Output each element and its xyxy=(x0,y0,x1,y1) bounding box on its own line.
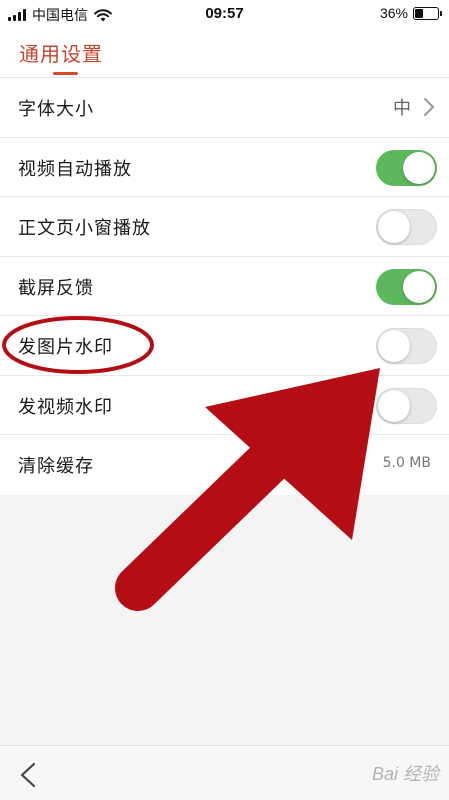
font-size-value: 中 xyxy=(393,98,411,119)
battery-percent: 36% xyxy=(379,5,408,21)
row-screenshot-feedback: 截屏反馈 xyxy=(0,257,449,316)
battery-icon xyxy=(413,6,442,20)
row-clear-cache[interactable]: 清除缓存 5.0 MB xyxy=(0,435,449,495)
row-label: 视频自动播放 xyxy=(18,158,132,180)
toggle-knob xyxy=(378,211,410,243)
row-label: 正文页小窗播放 xyxy=(18,218,151,239)
chevron-left-icon[interactable] xyxy=(19,762,37,788)
cache-size: 5.0 MB xyxy=(382,455,431,471)
status-bar: 中国电信 09:57 36% xyxy=(0,0,449,28)
toggle-knob xyxy=(378,389,410,422)
baidu-watermark: Bai 经验 xyxy=(371,764,439,784)
toggle-knob xyxy=(403,270,435,303)
row-label: 清除缓存 xyxy=(18,456,94,477)
screenshot-feedback-toggle[interactable] xyxy=(376,268,437,305)
status-right: 36% xyxy=(379,5,442,21)
image-watermark-toggle[interactable] xyxy=(376,328,437,364)
row-video-autoplay: 视频自动播放 xyxy=(0,138,449,197)
toggle-knob xyxy=(403,151,435,184)
row-video-watermark: 发视频水印 xyxy=(0,376,449,435)
bottom-bar: Bai 经验 xyxy=(0,745,449,800)
settings-list: 字体大小 中 视频自动播放 正文页小窗播放 截屏反馈 发图片水印 发视频水印 清… xyxy=(0,78,449,495)
row-font-size[interactable]: 字体大小 中 xyxy=(0,78,449,138)
chevron-right-icon xyxy=(424,98,434,116)
video-autoplay-toggle[interactable] xyxy=(376,149,437,186)
row-label: 截屏反馈 xyxy=(18,277,94,299)
row-image-watermark: 发图片水印 xyxy=(0,316,449,376)
page-title: 通用设置 xyxy=(19,42,103,66)
title-underline xyxy=(53,72,78,75)
row-label: 字体大小 xyxy=(18,99,94,120)
row-label: 发图片水印 xyxy=(18,337,113,358)
mini-window-toggle[interactable] xyxy=(376,209,437,245)
video-watermark-toggle[interactable] xyxy=(376,387,437,424)
header: 通用设置 xyxy=(0,28,449,78)
row-label: 发视频水印 xyxy=(18,396,113,418)
toggle-knob xyxy=(378,330,410,362)
row-article-mini-window: 正文页小窗播放 xyxy=(0,197,449,257)
